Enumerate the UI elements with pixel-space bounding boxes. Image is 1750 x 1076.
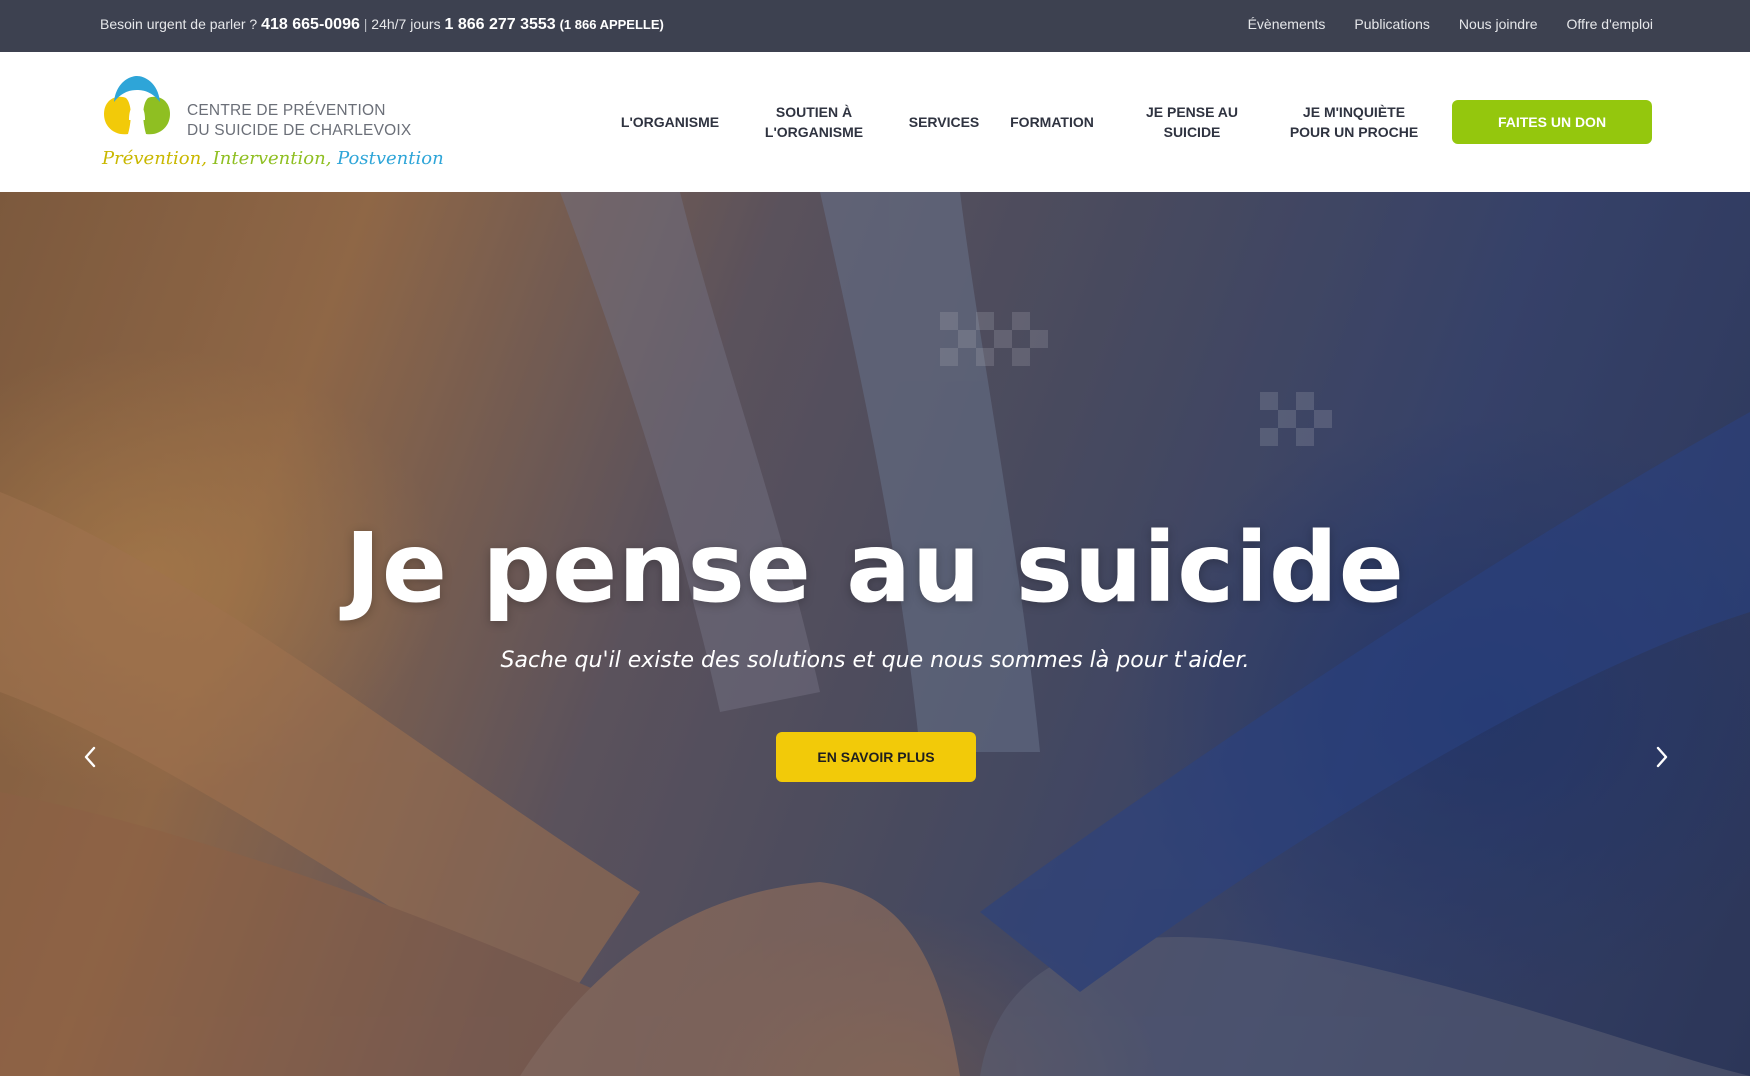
- utility-link-nous-joindre[interactable]: Nous joindre: [1459, 16, 1538, 32]
- phone-toll-free[interactable]: 1 866 277 3553: [444, 16, 555, 33]
- slider-next-button[interactable]: [1647, 737, 1677, 777]
- logo-mark-icon: [104, 76, 170, 135]
- logo-name-line1: CENTRE DE PRÉVENTION: [187, 102, 386, 119]
- hero-subtitle: Sache qu'il existe des solutions et que …: [500, 648, 1250, 673]
- donate-button[interactable]: FAITES UN DON: [1452, 100, 1652, 144]
- site-logo[interactable]: CENTRE DE PRÉVENTION DU SUICIDE DE CHARL…: [100, 74, 444, 174]
- utility-link-publications[interactable]: Publications: [1354, 16, 1430, 32]
- nav-item-organisme[interactable]: L'ORGANISME: [621, 112, 719, 132]
- urgent-label: Besoin urgent de parler ?: [100, 16, 258, 32]
- utility-link-evenements[interactable]: Évènements: [1248, 16, 1326, 32]
- nav-item-je-minquiete[interactable]: JE M'INQUIÈTE POUR UN PROCHE: [1290, 102, 1418, 142]
- phone-toll-free-alt: (1 866 APPELLE): [559, 17, 664, 32]
- urgent-contact: Besoin urgent de parler ? 418 665-0096 |…: [100, 16, 664, 34]
- tagline-sep-1: ,: [201, 148, 207, 169]
- nav-item-soutien[interactable]: SOUTIEN À L'ORGANISME: [765, 102, 863, 142]
- nav-item-je-pense-au-suicide[interactable]: JE PENSE AU SUICIDE: [1146, 102, 1238, 142]
- hero-title: Je pense au suicide: [345, 512, 1405, 624]
- utility-link-offre-emploi[interactable]: Offre d'emploi: [1567, 16, 1653, 32]
- tagline-sep-2: ,: [325, 148, 332, 169]
- logo-name-line2: DU SUICIDE DE CHARLEVOIX: [187, 122, 412, 139]
- nav-item-formation[interactable]: FORMATION: [1010, 112, 1094, 132]
- separator: |: [363, 16, 368, 32]
- site-header: CENTRE DE PRÉVENTION DU SUICIDE DE CHARL…: [0, 52, 1750, 192]
- hero-overlay: [0, 192, 1750, 1076]
- chevron-left-icon: [84, 746, 96, 768]
- logo-tagline: Prévention, Intervention, Postvention: [102, 148, 444, 169]
- chevron-right-icon: [1656, 746, 1668, 768]
- utility-nav: Évènements Publications Nous joindre Off…: [1248, 16, 1653, 32]
- slider-prev-button[interactable]: [75, 737, 105, 777]
- tagline-prevention: Prévention: [102, 148, 202, 169]
- hero-slider: Je pense au suicide Sache qu'il existe d…: [0, 192, 1750, 1076]
- availability: 24h/7 jours: [371, 16, 441, 32]
- learn-more-button[interactable]: EN SAVOIR PLUS: [776, 732, 976, 782]
- top-bar: Besoin urgent de parler ? 418 665-0096 |…: [0, 0, 1750, 52]
- phone-local[interactable]: 418 665-0096: [261, 16, 360, 33]
- tagline-postvention: Postvention: [337, 148, 444, 169]
- nav-item-services[interactable]: SERVICES: [909, 112, 980, 132]
- tagline-intervention: Intervention: [212, 148, 326, 169]
